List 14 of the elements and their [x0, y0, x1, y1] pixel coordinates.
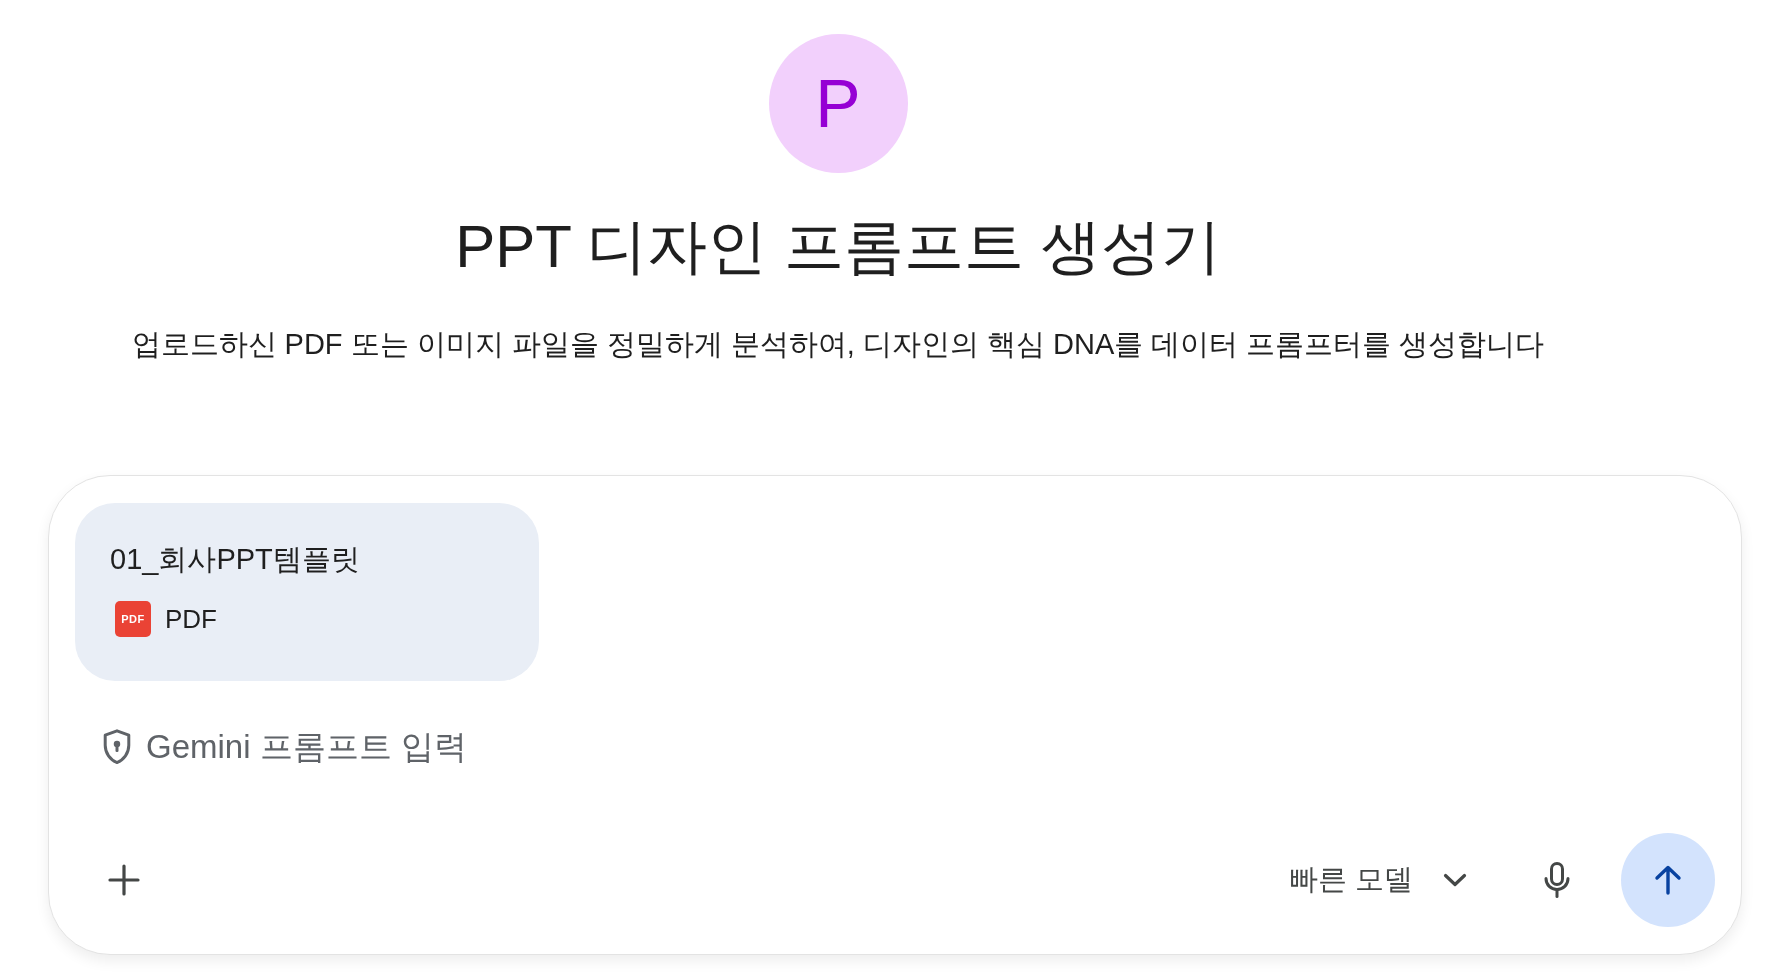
chevron-down-icon — [1443, 873, 1467, 887]
file-name: 01_회사PPT템플릿 — [110, 542, 361, 577]
prompt-input[interactable]: Gemini 프롬프트 입력 — [146, 726, 1715, 768]
microphone-icon — [1543, 862, 1571, 898]
avatar-initial: P — [768, 34, 908, 173]
arrow-up-icon — [1654, 865, 1682, 895]
file-type-badge: PDF — [115, 601, 151, 637]
file-type-label: PDF — [165, 603, 217, 636]
page-title: PPT 디자인 프롬프트 생성기 — [455, 212, 1221, 282]
shield-icon — [102, 729, 132, 765]
page-description: 업로드하신 PDF 또는 이미지 파일을 정밀하게 분석하여, 디자인의 핵심 DNA를 데이터 프롬프터를 생성합니다 — [131, 327, 1545, 362]
plus-icon — [108, 864, 140, 896]
file-attachment-chip[interactable]: 01_회사PPT템플릿 PDF PDF — [75, 503, 539, 681]
model-selector[interactable]: 빠른 모델 — [1268, 852, 1485, 908]
